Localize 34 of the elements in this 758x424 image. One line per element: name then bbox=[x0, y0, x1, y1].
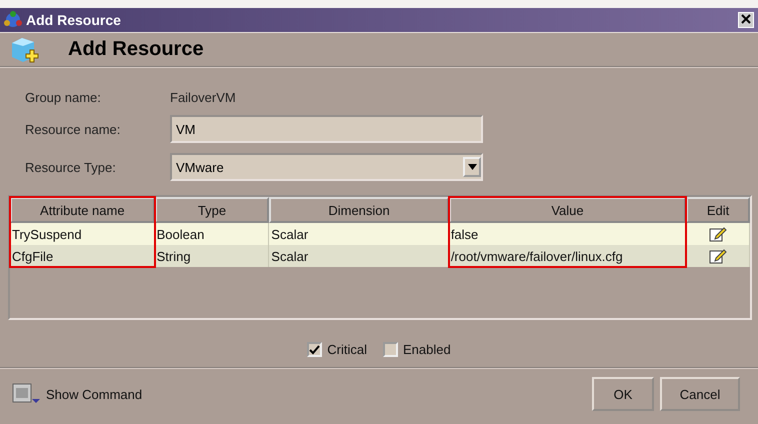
edit-icon[interactable] bbox=[708, 248, 727, 264]
checkbox-label: Critical bbox=[327, 342, 367, 357]
table-cell: false bbox=[448, 223, 686, 245]
column-header[interactable]: Value bbox=[448, 197, 686, 223]
show-command-label[interactable]: Show Command bbox=[46, 386, 586, 402]
table-cell: Boolean bbox=[154, 223, 270, 245]
column-header[interactable]: Dimension bbox=[269, 197, 449, 223]
table-cell: CfgFile bbox=[10, 245, 155, 267]
column-header[interactable]: Attribute name bbox=[10, 197, 155, 223]
field-label: Resource Type: bbox=[25, 160, 117, 174]
table-cell: TrySuspend bbox=[10, 223, 155, 245]
resource-type-dropdown[interactable]: VMware bbox=[170, 153, 483, 181]
edit-icon[interactable] bbox=[708, 226, 727, 242]
ok-button[interactable]: OK bbox=[592, 377, 654, 411]
table-cell: Scalar bbox=[269, 223, 449, 245]
checkbox-label: Enabled bbox=[403, 342, 451, 357]
group-name-value: FailoverVM bbox=[170, 90, 237, 105]
column-header[interactable]: Type bbox=[154, 197, 270, 223]
field-label: Group name: bbox=[25, 90, 102, 105]
close-button[interactable] bbox=[738, 12, 754, 28]
resource-name-field[interactable]: VM bbox=[170, 115, 483, 143]
table-cell: Scalar bbox=[269, 245, 449, 267]
field-label: Resource name: bbox=[25, 122, 122, 136]
column-header[interactable]: Edit bbox=[686, 197, 750, 223]
table-cell: /root/vmware/failover/linux.cfg bbox=[448, 245, 686, 267]
dialog-heading: Add Resource bbox=[68, 38, 204, 61]
app-icon bbox=[4, 11, 22, 29]
console-icon[interactable] bbox=[12, 383, 40, 405]
dropdown-arrow-icon bbox=[468, 164, 476, 170]
checkbox[interactable] bbox=[383, 342, 398, 357]
cancel-button[interactable]: Cancel bbox=[660, 377, 740, 411]
checkbox[interactable] bbox=[307, 342, 322, 357]
window-title: Add Resource bbox=[26, 12, 122, 28]
table-cell: String bbox=[154, 245, 270, 267]
